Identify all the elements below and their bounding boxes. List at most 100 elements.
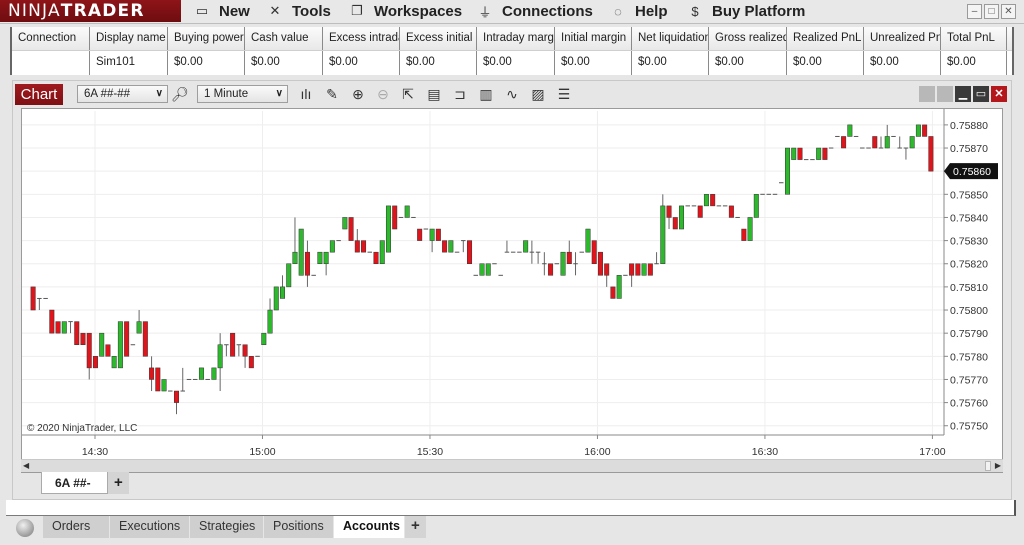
add-chart-tab-button[interactable]: + <box>108 472 129 494</box>
accounts-grid: Connection Display name Buying power Cash v… <box>10 27 1014 75</box>
candle-up <box>479 263 485 276</box>
pointer-icon[interactable]: ⇱ <box>398 85 418 103</box>
candle-up <box>560 251 566 276</box>
minimize-button[interactable]: – <box>967 4 982 19</box>
grid-cell: $0.00 <box>555 51 632 75</box>
chart-close-button[interactable]: ✕ <box>991 86 1007 102</box>
column-header[interactable]: Net liquidation <box>632 27 709 50</box>
search-icon[interactable]: 🔎︎ <box>170 85 190 103</box>
indicators-icon[interactable]: ∿ <box>502 85 522 103</box>
workspaces-icon: ❐ <box>351 3 363 18</box>
x-tick-label: 15:00 <box>249 446 275 458</box>
y-tick-label: 0.75880 <box>950 120 988 132</box>
chart-tab-6a[interactable]: 6A ##-## <box>41 472 108 512</box>
column-header[interactable]: Realized PnL <box>787 27 864 50</box>
candle-up <box>523 240 529 253</box>
y-tick-label: 0.75760 <box>950 398 988 410</box>
grid-data-row[interactable]: Sim101 $0.00 $0.00 $0.00 $0.00 $0.00 $0.00 $0.0… <box>12 51 1012 75</box>
instrument-selector[interactable]: 6A ##-## ∨ <box>77 85 168 103</box>
candle-down <box>647 263 653 276</box>
grid-cell: Sim101 <box>90 51 168 75</box>
candle-up <box>753 194 759 218</box>
menu-new[interactable]: ▭ New <box>193 0 250 22</box>
scroll-right-arrow-icon[interactable]: ▶ <box>995 461 1001 470</box>
chart-panel[interactable]: 0.75750 0.75760 0.75770 0.75780 0.75790 0.758… <box>21 108 1003 473</box>
candle-down <box>566 251 572 264</box>
menu-help[interactable]: ◌ Help <box>609 0 667 22</box>
properties-icon[interactable]: ⊐ <box>450 85 470 103</box>
column-header[interactable]: Total PnL <box>941 27 1007 50</box>
candle-down <box>55 321 61 334</box>
candle-down <box>74 321 80 345</box>
strategies-icon[interactable]: ▨ <box>528 85 548 103</box>
templates-icon[interactable]: ☰ <box>554 85 574 103</box>
x-tick-label: 17:00 <box>919 446 945 458</box>
add-tab-button[interactable]: + <box>405 516 427 538</box>
zoom-in-icon[interactable]: ⊕ <box>348 85 368 103</box>
instrument-value: 6A ##-## <box>84 88 131 100</box>
close-button[interactable]: ✕ <box>1001 4 1016 19</box>
column-header[interactable]: Display name <box>90 27 168 50</box>
chart-maximize-button[interactable]: ▭ <box>973 86 989 102</box>
candle-down <box>105 344 111 357</box>
x-tick-label: 16:30 <box>752 446 778 458</box>
menu-connections-label: Connections <box>502 2 593 20</box>
candle-down <box>548 263 554 276</box>
tab-positions[interactable]: Positions <box>264 516 334 538</box>
tab-orders[interactable]: Orders <box>43 516 110 538</box>
chart-window: Chart 6A ##-## ∨ 🔎︎ 1 Minute ∨ ılı ✎ ⊕ ⊖ ⇱… <box>12 80 1012 512</box>
scroll-thumb[interactable] <box>985 461 991 471</box>
chart-minimize-button[interactable]: ▁ <box>955 86 971 102</box>
chart-trader-icon[interactable]: ▥ <box>476 85 496 103</box>
column-header[interactable]: Gross realized <box>709 27 787 50</box>
column-header[interactable]: Initial margin <box>555 27 632 50</box>
candle-down <box>354 240 360 253</box>
help-ring-icon: ◌ <box>614 3 622 19</box>
menu-connections[interactable]: ⏚ Connections <box>476 0 593 22</box>
candle-up <box>660 205 666 264</box>
tab-strategies[interactable]: Strategies <box>190 516 264 538</box>
column-header[interactable]: Unrealized PnL <box>864 27 941 50</box>
scroll-left-arrow-icon[interactable]: ◀ <box>23 461 29 470</box>
candle-up <box>747 217 753 241</box>
menu-tools[interactable]: ✕ Tools <box>266 0 331 22</box>
candle-down <box>80 332 86 345</box>
menu-tools-label: Tools <box>292 2 331 20</box>
zoom-out-icon[interactable]: ⊖ <box>373 85 393 103</box>
data-box-icon[interactable]: ▤ <box>424 85 444 103</box>
candle-down <box>604 263 610 276</box>
drawing-tool-icon[interactable]: ✎ <box>322 85 342 103</box>
price-chart[interactable]: 0.75750 0.75760 0.75770 0.75780 0.75790 0.758… <box>22 109 1004 461</box>
chart-window-tag: Chart <box>15 84 63 105</box>
candle-down <box>928 136 934 172</box>
maximize-button[interactable]: □ <box>984 4 999 19</box>
tab-accounts[interactable]: Accounts <box>334 516 405 538</box>
y-tick-label: 0.75780 <box>950 351 988 363</box>
column-header[interactable]: Buying power <box>168 27 245 50</box>
group-button[interactable] <box>937 86 953 102</box>
column-header[interactable]: Excess initial margin <box>400 27 477 50</box>
candle-down <box>149 367 155 380</box>
candle-up <box>61 321 67 334</box>
tab-executions[interactable]: Executions <box>110 516 190 538</box>
candle-down <box>124 321 130 357</box>
candle-down <box>304 251 310 276</box>
link-button[interactable] <box>919 86 935 102</box>
column-header[interactable]: Connection <box>12 27 90 50</box>
candle-down <box>142 321 148 357</box>
menu-buy-platform[interactable]: $ Buy Platform <box>686 0 805 22</box>
candle-up <box>211 367 217 380</box>
candle-up <box>641 263 647 276</box>
y-tick-label: 0.75790 <box>950 328 988 340</box>
bar-type-icon[interactable]: ılı <box>296 85 316 103</box>
horizontal-scrollbar[interactable]: ◀ ▶ <box>21 459 1003 472</box>
column-header[interactable]: Intraday margin <box>477 27 555 50</box>
menu-new-label: New <box>219 2 250 20</box>
candle-down <box>841 136 847 149</box>
column-header[interactable]: Excess intraday <box>323 27 400 50</box>
candle-down <box>591 240 597 264</box>
menu-workspaces[interactable]: ❐ Workspaces <box>348 0 462 22</box>
column-header[interactable]: Cash value <box>245 27 323 50</box>
candle-up <box>884 136 890 149</box>
interval-selector[interactable]: 1 Minute ∨ <box>197 85 288 103</box>
